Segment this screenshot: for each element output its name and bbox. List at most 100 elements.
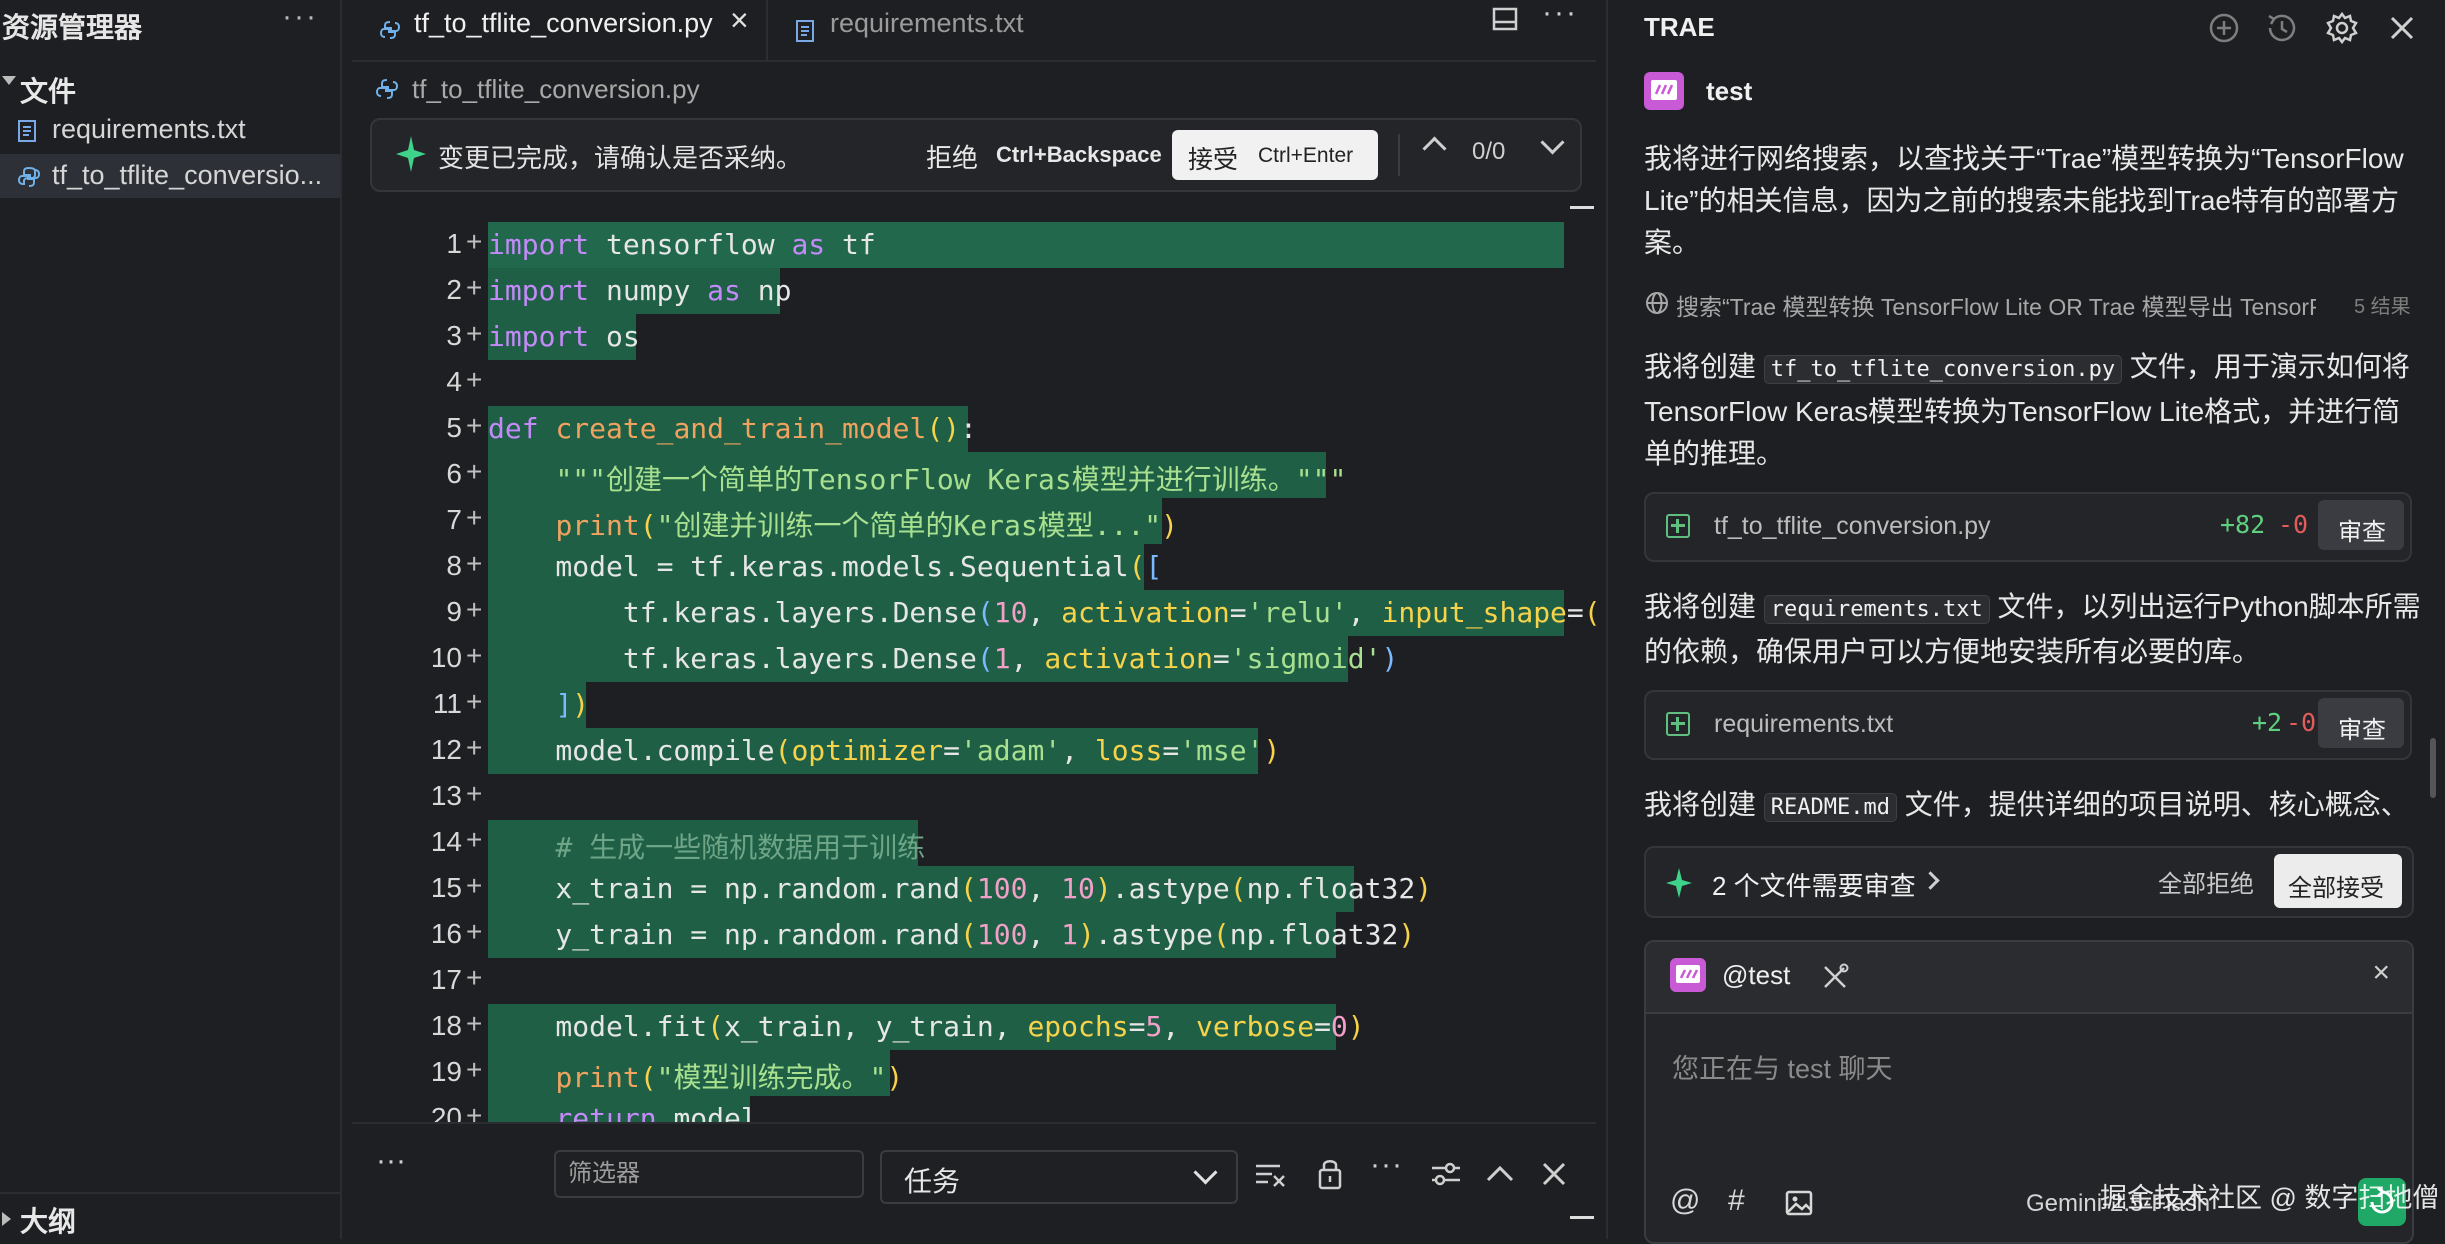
code-text: def create_and_train_model(): (488, 412, 977, 445)
close-icon[interactable] (2384, 10, 2420, 46)
file-name: tf_to_tflite_conversion.py (1714, 512, 1991, 540)
settings-sliders-icon[interactable] (1428, 1154, 1464, 1194)
tab-tf-conversion[interactable]: tf_to_tflite_conversion.py × (352, 0, 768, 60)
files-section-header[interactable]: 文件 (0, 66, 340, 108)
added-marker: + (466, 962, 483, 993)
gear-icon[interactable] (2324, 10, 2360, 46)
accept-changes-bar: 变更已完成，请确认是否采纳。 拒绝 Ctrl+Backspace 接受 Ctrl… (370, 118, 1582, 192)
code-text: import numpy as np (488, 274, 792, 307)
breadcrumb-file[interactable]: tf_to_tflite_conversion.py (412, 74, 700, 105)
lines-removed: -0 (2278, 510, 2309, 539)
code-text: y_train = np.random.rand(100, 1).astype(… (488, 918, 1416, 951)
reject-all-button[interactable]: 全部拒绝 (2158, 864, 2254, 899)
outline-section-label: 大纲 (20, 1206, 77, 1237)
agent-header: test (1644, 72, 1752, 112)
close-icon[interactable]: × (2372, 956, 2390, 990)
explorer-more-icon[interactable]: ··· (282, 0, 318, 34)
code-line: 1 + import tensorflow as tf (352, 222, 1596, 268)
code-editor[interactable]: 1 + import tensorflow as tf 2 + import num… (352, 222, 1596, 1122)
split-panel-icon[interactable] (1492, 6, 1520, 34)
chevron-right-icon[interactable] (1921, 871, 1940, 890)
file-added-icon (1666, 514, 1690, 538)
file-change-card[interactable]: tf_to_tflite_conversion.py +82 -0 审查 (1644, 492, 2412, 562)
line-number: 20 (430, 1102, 462, 1122)
explorer-header: 资源管理器 ··· (0, 0, 340, 46)
task-select[interactable]: 任务 (880, 1150, 1238, 1204)
code-text: tf.keras.layers.Dense(10, activation='re… (488, 596, 1596, 629)
more-icon[interactable]: ··· (1370, 1148, 1403, 1182)
added-marker: + (466, 226, 483, 257)
line-number: 16 (430, 918, 462, 949)
code-text: model.fit(x_train, y_train, epochs=5, ve… (488, 1010, 1365, 1043)
assistant-message: 我将进行网络搜索，以查找关于“Trae”模型转换为“TensorFlow Lit… (1644, 143, 2404, 258)
chat-scrollbar[interactable] (2430, 738, 2436, 798)
code-line: 14 + # 生成一些随机数据用于训练 (352, 820, 1596, 866)
file-item-label: requirements.txt (52, 114, 246, 144)
more-icon[interactable]: ··· (376, 1144, 406, 1178)
divider (1398, 134, 1400, 176)
more-icon[interactable]: ··· (1542, 0, 1578, 30)
search-result-count: 5 结果 (2354, 296, 2411, 318)
accept-all-button[interactable]: 全部接受 (2274, 854, 2402, 908)
added-marker: + (466, 318, 483, 349)
python-file-icon (380, 21, 400, 39)
added-marker: + (466, 1100, 483, 1122)
new-chat-icon[interactable] (2206, 10, 2242, 46)
outline-section-header[interactable]: 大纲 (0, 1192, 340, 1241)
hash-icon[interactable]: # (1728, 1184, 1745, 1218)
tab-requirements[interactable]: requirements.txt (768, 0, 1068, 60)
accept-label: 接受 (1188, 146, 1239, 174)
line-number: 17 (430, 964, 462, 995)
lock-icon[interactable] (1312, 1154, 1348, 1194)
sparkle-icon (1666, 868, 1692, 898)
chevron-down-icon[interactable] (1540, 130, 1565, 155)
review-summary-text[interactable]: 2 个文件需要审查 (1712, 866, 1916, 903)
chat-message-input[interactable] (1670, 1038, 2374, 1100)
file-added-icon (1666, 712, 1690, 736)
tools-icon[interactable] (1820, 962, 1850, 992)
inline-code: requirements.txt (1763, 595, 1990, 624)
code-text: ]) (555, 688, 590, 721)
lines-added: +2 (2252, 708, 2283, 737)
clear-filter-icon[interactable] (1252, 1154, 1288, 1194)
chevron-up-icon[interactable] (1482, 1154, 1518, 1194)
explorer-title: 资源管理器 (2, 12, 143, 43)
assistant-message: 我将创建 tf_to_tflite_conversion.py 文件，用于演示如… (1644, 346, 2424, 475)
close-icon[interactable]: × (730, 2, 749, 39)
agent-avatar-icon (1644, 72, 1684, 110)
review-button[interactable]: 审查 (2318, 698, 2404, 748)
added-marker: + (466, 548, 483, 579)
reject-shortcut: Ctrl+Backspace (996, 142, 1162, 167)
chevron-right-icon (2, 1212, 11, 1226)
code-line: 12 + model.compile(optimizer='adam', loss… (352, 728, 1596, 774)
task-select-value: 任务 (904, 1166, 961, 1197)
file-item-requirements[interactable]: requirements.txt (0, 108, 340, 152)
file-change-card[interactable]: requirements.txt +2 -0 审查 (1644, 690, 2412, 760)
image-upload-icon[interactable] (1784, 1188, 1814, 1218)
agent-avatar-icon (1670, 958, 1706, 992)
code-line: 15 + x_train = np.random.rand(100, 10).as… (352, 866, 1596, 912)
history-icon[interactable] (2264, 10, 2300, 46)
close-icon[interactable] (1536, 1154, 1572, 1194)
code-line: 20 + return model (352, 1096, 1596, 1122)
reject-button[interactable]: 拒绝 Ctrl+Backspace (924, 134, 1162, 176)
accept-button[interactable]: 接受 Ctrl+Enter (1172, 130, 1378, 180)
filter-input[interactable] (554, 1150, 864, 1198)
review-label: 审查 (2338, 519, 2386, 546)
mention-icon[interactable]: @ (1670, 1184, 1700, 1218)
python-file-icon (376, 79, 398, 99)
chevron-up-icon[interactable] (1422, 136, 1447, 161)
web-search-result[interactable]: 搜索“Trae 模型转换 TensorFlow Lite OR Trae 模型导… (1644, 284, 2424, 320)
code-line: 11 + ]) (352, 682, 1596, 728)
code-text: print("模型训练完成。") (555, 1061, 904, 1094)
file-item-tf-conversion[interactable]: tf_to_tflite_conversio... (0, 154, 340, 198)
review-button[interactable]: 审查 (2318, 500, 2404, 550)
line-number: 19 (430, 1056, 462, 1087)
added-marker: + (466, 870, 483, 901)
sparkle-icon (396, 136, 426, 172)
line-number: 8 (446, 550, 462, 581)
code-text: """创建一个简单的TensorFlow Keras模型并进行训练。""" (555, 463, 1347, 496)
change-counter: 0/0 (1472, 138, 1506, 165)
line-number: 1 (446, 228, 462, 259)
code-text: import tensorflow as tf (488, 228, 876, 261)
